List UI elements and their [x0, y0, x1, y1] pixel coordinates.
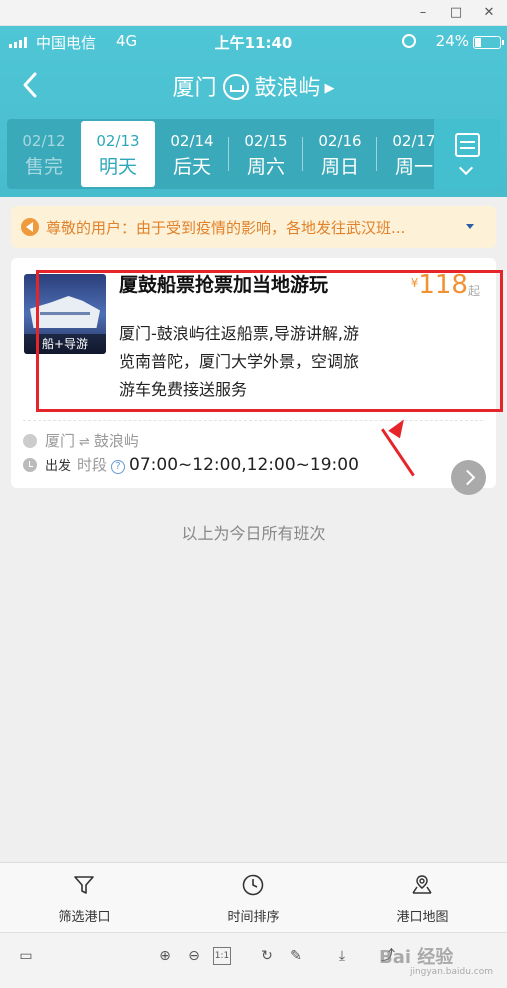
date-tab[interactable]: 02/13 明天	[81, 121, 155, 187]
status-time: 上午11:40	[214, 34, 293, 52]
route-row-to: 鼓浪屿	[93, 432, 139, 450]
zoom-out-icon[interactable]: ⊖	[185, 947, 203, 965]
nav-bar: 厦门 鼓浪屿 ▶	[0, 64, 507, 108]
date-tab-label: 售完	[24, 156, 63, 178]
route-from: 厦门	[172, 76, 217, 101]
calendar-icon	[455, 133, 480, 157]
minimize-button[interactable]: –	[414, 4, 432, 22]
route-selector[interactable]: 厦门 鼓浪屿 ▶	[0, 70, 507, 102]
date-tab[interactable]: 02/16 周日	[303, 119, 377, 189]
edit-icon[interactable]: ✎	[287, 947, 305, 965]
date-tab-date: 02/15	[244, 132, 288, 150]
chevron-down-icon	[458, 160, 474, 176]
bottom-tab-bar: 筛选港口 时间排序 港口地图	[0, 862, 507, 932]
actual-size-button[interactable]: 1:1	[213, 947, 231, 965]
status-bar: 中国电信 4G 上午11:40 24%	[0, 26, 507, 56]
route-row-from: 厦门	[45, 432, 76, 450]
date-tab[interactable]: 02/15 周六	[229, 119, 303, 189]
date-tab-label: 后天	[172, 156, 211, 178]
help-icon[interactable]: ?	[111, 460, 126, 474]
date-tab[interactable]: 02/12 售完	[7, 119, 81, 189]
date-tab-date: 02/12	[22, 132, 66, 150]
swap-icon: ⇌	[79, 435, 90, 450]
date-tab-date: 02/13	[96, 132, 140, 150]
tab-port-map[interactable]: 港口地图	[338, 863, 507, 933]
watermark: Bai 经验 jingyan.baidu.com	[379, 943, 499, 981]
screen: – □ ✕ 中国电信 4G 上午11:40 24% 厦门 鼓浪屿 ▶ 02/12 售完…	[0, 0, 507, 988]
speaker-icon	[21, 218, 39, 236]
rotate-icon[interactable]: ↻	[258, 947, 276, 965]
calendar-button[interactable]	[434, 119, 500, 189]
end-of-list-note: 以上为今日所有班次	[181, 524, 326, 543]
departure-hours: 07:00~12:00,12:00~19:00	[129, 455, 359, 475]
tab-label: 港口地图	[396, 910, 449, 925]
date-tab[interactable]: 02/14 后天	[155, 119, 229, 189]
notice-banner[interactable]: 尊敬的用户：由于受到疫情的影响，各地发往武汉班...	[11, 206, 496, 248]
location-icon	[23, 434, 37, 448]
thumbnail-icon[interactable]: ▭	[17, 947, 35, 965]
divider	[23, 420, 483, 421]
date-tab-label: 周六	[246, 156, 285, 178]
clock-icon	[242, 874, 264, 896]
route-to: 鼓浪屿	[254, 76, 321, 101]
rotation-lock-icon	[402, 34, 416, 48]
window-titlebar: – □ ✕	[0, 0, 507, 26]
date-tab-label: 明天	[98, 156, 137, 178]
depart-label: 出发	[45, 459, 72, 474]
highlight-box	[36, 270, 503, 412]
date-tab-label: 周日	[320, 156, 359, 178]
battery-icon	[473, 36, 504, 49]
battery-percent: 24%	[435, 32, 469, 50]
watermark-main: Bai 经验	[379, 947, 454, 968]
dropdown-icon: ▶	[324, 81, 335, 96]
chevron-right-icon[interactable]	[451, 460, 486, 495]
expand-icon[interactable]	[466, 224, 474, 229]
period-label: 时段	[77, 456, 108, 474]
map-icon	[412, 875, 432, 894]
date-tab-date: 02/14	[170, 132, 214, 150]
tab-filter-ports[interactable]: 筛选港口	[0, 863, 169, 933]
close-button[interactable]: ✕	[480, 4, 498, 22]
maximize-button[interactable]: □	[447, 4, 465, 22]
watermark-sub: jingyan.baidu.com	[409, 967, 493, 977]
date-tab-date: 02/16	[318, 132, 362, 150]
departure-row: 出发 时段? 07:00~12:00,12:00~19:00	[23, 454, 359, 475]
tab-label: 时间排序	[227, 910, 280, 925]
tab-label: 筛选港口	[58, 910, 111, 925]
notice-text: 尊敬的用户：由于受到疫情的影响，各地发往武汉班...	[46, 219, 406, 237]
route-row: 厦门 ⇌ 鼓浪屿	[23, 430, 139, 451]
header: 中国电信 4G 上午11:40 24% 厦门 鼓浪屿 ▶ 02/12 售完 02/13 明…	[0, 26, 507, 197]
download-icon[interactable]: ⤓	[333, 947, 351, 965]
zoom-in-icon[interactable]: ⊕	[156, 947, 174, 965]
tab-time-sort[interactable]: 时间排序	[169, 863, 338, 933]
filter-icon	[74, 876, 94, 894]
ferry-icon	[222, 74, 249, 100]
clock-icon	[23, 458, 37, 472]
date-strip: 02/12 售完 02/13 明天 02/14 后天 02/15 周六 02/16 周日 02/17…	[7, 119, 500, 189]
viewer-toolbar: ▭ ⊕ ⊖ 1:1 ↻ ✎ ⤓ ⤴ Bai 经验 jingyan.baidu.c…	[0, 932, 507, 988]
